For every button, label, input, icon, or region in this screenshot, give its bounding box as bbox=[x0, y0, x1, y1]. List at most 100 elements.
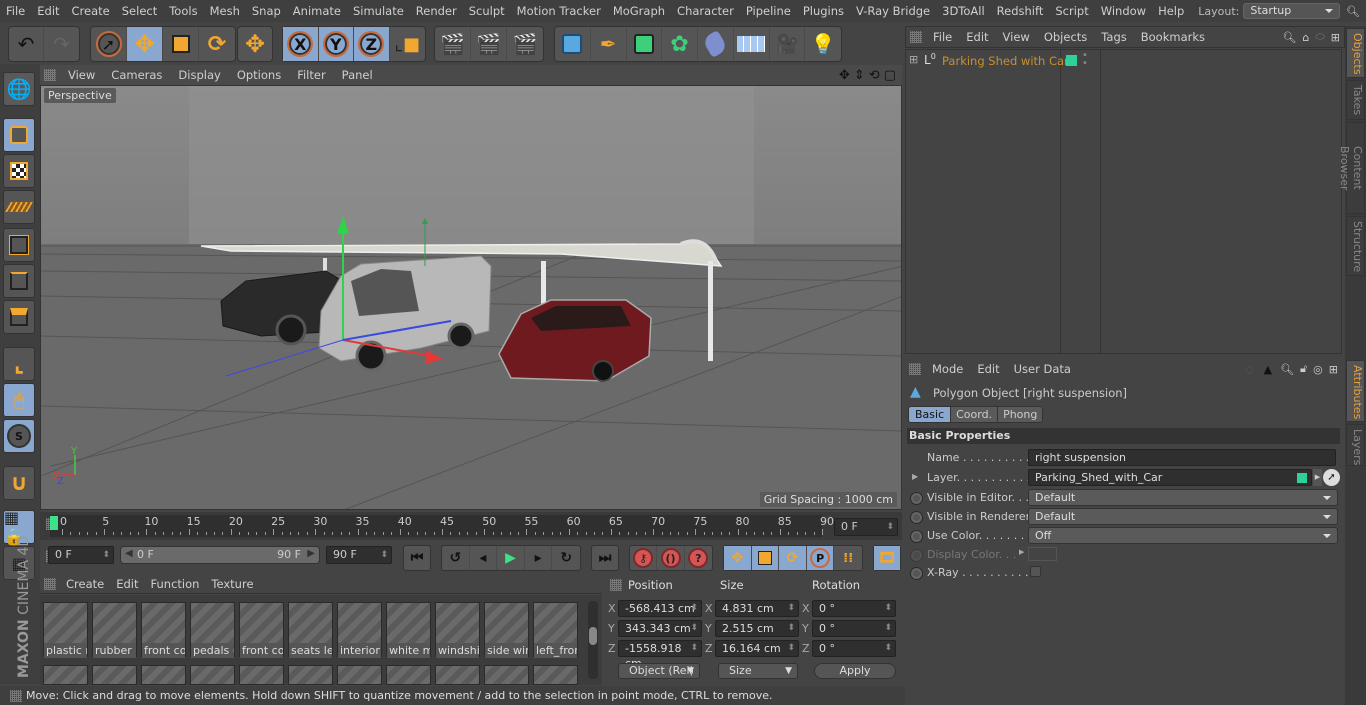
goto-start-button[interactable]: ⏮ bbox=[404, 546, 430, 570]
tab-objects[interactable]: Objects bbox=[1346, 28, 1365, 78]
objects-menu-objects[interactable]: Objects bbox=[1037, 30, 1094, 44]
position-x-field[interactable]: -568.413 cm bbox=[618, 600, 702, 617]
rotation-y-field[interactable]: 0 ° bbox=[812, 620, 896, 637]
magnet-button[interactable]: ∪ bbox=[3, 466, 35, 500]
objects-menu-bookmarks[interactable]: Bookmarks bbox=[1134, 30, 1212, 44]
key-position-button[interactable]: ✥ bbox=[724, 546, 752, 570]
dolly-view-icon[interactable]: ⇕ bbox=[854, 68, 865, 83]
rotation-x-field[interactable]: 0 ° bbox=[812, 600, 896, 617]
material-scrollbar[interactable] bbox=[588, 601, 598, 679]
use-color-dropdown[interactable]: Off bbox=[1028, 527, 1338, 544]
menu-motion-tracker[interactable]: Motion Tracker bbox=[511, 0, 607, 22]
menu-mograph[interactable]: MoGraph bbox=[607, 0, 671, 22]
cube-button[interactable] bbox=[555, 27, 591, 61]
position-y-field[interactable]: 343.343 cm bbox=[618, 620, 702, 637]
next-key-button[interactable]: ↻ bbox=[552, 546, 580, 570]
material-swatch[interactable]: side wir bbox=[484, 602, 529, 658]
material-swatch[interactable] bbox=[92, 665, 137, 685]
apply-button[interactable]: Apply bbox=[814, 663, 896, 679]
timeline-track[interactable]: 0 5 10 15 20 25 30 35 40 45 50 55 60 65 70 75 80 85 90 bbox=[50, 515, 834, 537]
keyframe-selection-button[interactable]: ? bbox=[685, 546, 712, 570]
visibility-dots-icon[interactable]: • • bbox=[1082, 51, 1088, 69]
pen-button[interactable]: ✒ bbox=[591, 27, 627, 61]
z-axis-button[interactable]: Z bbox=[354, 27, 390, 61]
scale-tool-button[interactable] bbox=[163, 27, 199, 61]
attr-menu-mode[interactable]: Mode bbox=[925, 362, 970, 376]
viewport-menu-view[interactable]: View bbox=[60, 68, 103, 82]
material-swatch[interactable] bbox=[288, 665, 333, 685]
edges-mode-button[interactable] bbox=[3, 264, 35, 298]
cloner-button[interactable]: ✿ bbox=[662, 27, 698, 61]
visible-renderer-dropdown[interactable]: Default bbox=[1028, 508, 1338, 525]
next-frame-button[interactable]: ▸ bbox=[525, 546, 553, 570]
play-button[interactable]: ▶ bbox=[497, 546, 525, 570]
material-menu-texture[interactable]: Texture bbox=[205, 577, 259, 591]
coordinate-system-button[interactable]: ⌞■ bbox=[390, 27, 425, 61]
make-editable-button[interactable]: 🌐 bbox=[3, 72, 35, 106]
live-selection-button[interactable]: ➚ bbox=[91, 27, 127, 61]
key-pla-button[interactable]: ⁞⁞ bbox=[834, 546, 862, 570]
tweak-mode-button[interactable]: 🖱 bbox=[3, 383, 35, 417]
range-left-arrow-icon[interactable]: ◀ bbox=[125, 548, 133, 559]
points-mode-button[interactable] bbox=[3, 228, 35, 262]
material-swatch[interactable]: pedals ( bbox=[190, 602, 235, 658]
menu-edit[interactable]: Edit bbox=[31, 0, 65, 22]
menu-render[interactable]: Render bbox=[410, 0, 463, 22]
tab-layers[interactable]: Layers bbox=[1346, 424, 1365, 466]
menu-window[interactable]: Window bbox=[1095, 0, 1152, 22]
material-swatch[interactable] bbox=[337, 665, 382, 685]
scrollbar-thumb[interactable] bbox=[589, 627, 597, 645]
material-swatch[interactable] bbox=[533, 665, 578, 685]
tab-structure[interactable]: Structure bbox=[1346, 216, 1365, 276]
snapping-button[interactable]: S bbox=[3, 419, 35, 453]
back-nav-icon[interactable]: ◇ bbox=[1245, 363, 1253, 376]
size-mode-dropdown[interactable]: Size ▼ bbox=[718, 663, 798, 679]
material-swatch[interactable]: left_fror bbox=[533, 602, 578, 658]
record-key-button[interactable]: ⚷ bbox=[630, 546, 658, 570]
timeline-window-button[interactable]: 🎞 bbox=[874, 546, 900, 570]
key-parameter-button[interactable]: P bbox=[806, 546, 835, 570]
attr-menu-edit[interactable]: Edit bbox=[970, 362, 1006, 376]
menu-script[interactable]: Script bbox=[1049, 0, 1094, 22]
floor-button[interactable] bbox=[734, 27, 770, 61]
size-z-field[interactable]: 16.164 cm bbox=[715, 640, 799, 657]
start-frame-field[interactable]: 0 F bbox=[48, 546, 114, 564]
menu-select[interactable]: Select bbox=[116, 0, 163, 22]
frame-range-slider[interactable]: ◀ 0 F 90 F ▶ bbox=[120, 546, 320, 564]
menu-simulate[interactable]: Simulate bbox=[347, 0, 410, 22]
model-mode-button[interactable] bbox=[3, 118, 35, 152]
material-swatch[interactable] bbox=[484, 665, 529, 685]
viewport-menu-cameras[interactable]: Cameras bbox=[103, 68, 170, 82]
menu-pipeline[interactable]: Pipeline bbox=[740, 0, 797, 22]
coordinate-mode-dropdown[interactable]: Object (Rel) ▼ bbox=[618, 663, 700, 679]
material-menu-function[interactable]: Function bbox=[145, 577, 206, 591]
objects-menu-file[interactable]: File bbox=[926, 30, 959, 44]
new-panel-icon[interactable]: ⊞ bbox=[1329, 363, 1338, 376]
material-swatch[interactable] bbox=[190, 665, 235, 685]
menu-tools[interactable]: Tools bbox=[163, 0, 203, 22]
pan-view-icon[interactable]: ✥ bbox=[839, 68, 850, 83]
lock-icon[interactable]: 🔓︎ bbox=[1300, 362, 1307, 376]
menu-sculpt[interactable]: Sculpt bbox=[463, 0, 511, 22]
layer-color-swatch[interactable] bbox=[1066, 55, 1077, 66]
material-swatch[interactable]: seats lea bbox=[288, 602, 333, 658]
material-swatch[interactable]: interior bbox=[337, 602, 382, 658]
ellipse-icon[interactable]: ⬭ bbox=[1315, 30, 1324, 44]
menu-snap[interactable]: Snap bbox=[246, 0, 287, 22]
tab-content-browser[interactable]: Content Browser bbox=[1338, 122, 1365, 214]
menu-3dtoall[interactable]: 3DToAll bbox=[936, 0, 991, 22]
layer-field[interactable]: Parking_Shed_with_Car bbox=[1028, 469, 1312, 486]
object-row[interactable]: ⊞ L0 Parking Shed with Car • • bbox=[906, 51, 1101, 70]
material-swatch[interactable]: front co bbox=[141, 602, 186, 658]
redo-button[interactable]: ↷ bbox=[44, 27, 79, 61]
viewport-menu-display[interactable]: Display bbox=[170, 68, 228, 82]
menu-animate[interactable]: Animate bbox=[287, 0, 347, 22]
animate-radio[interactable] bbox=[910, 530, 923, 543]
auto-key-button[interactable]: () bbox=[657, 546, 685, 570]
range-right-arrow-icon[interactable]: ▶ bbox=[307, 548, 315, 559]
material-swatch[interactable]: rubber ( bbox=[92, 602, 137, 658]
viewport-menu-panel[interactable]: Panel bbox=[334, 68, 381, 82]
prev-frame-button[interactable]: ◂ bbox=[470, 546, 498, 570]
viewport-menu-options[interactable]: Options bbox=[229, 68, 289, 82]
render-view-button[interactable]: 🎬 bbox=[435, 27, 471, 61]
